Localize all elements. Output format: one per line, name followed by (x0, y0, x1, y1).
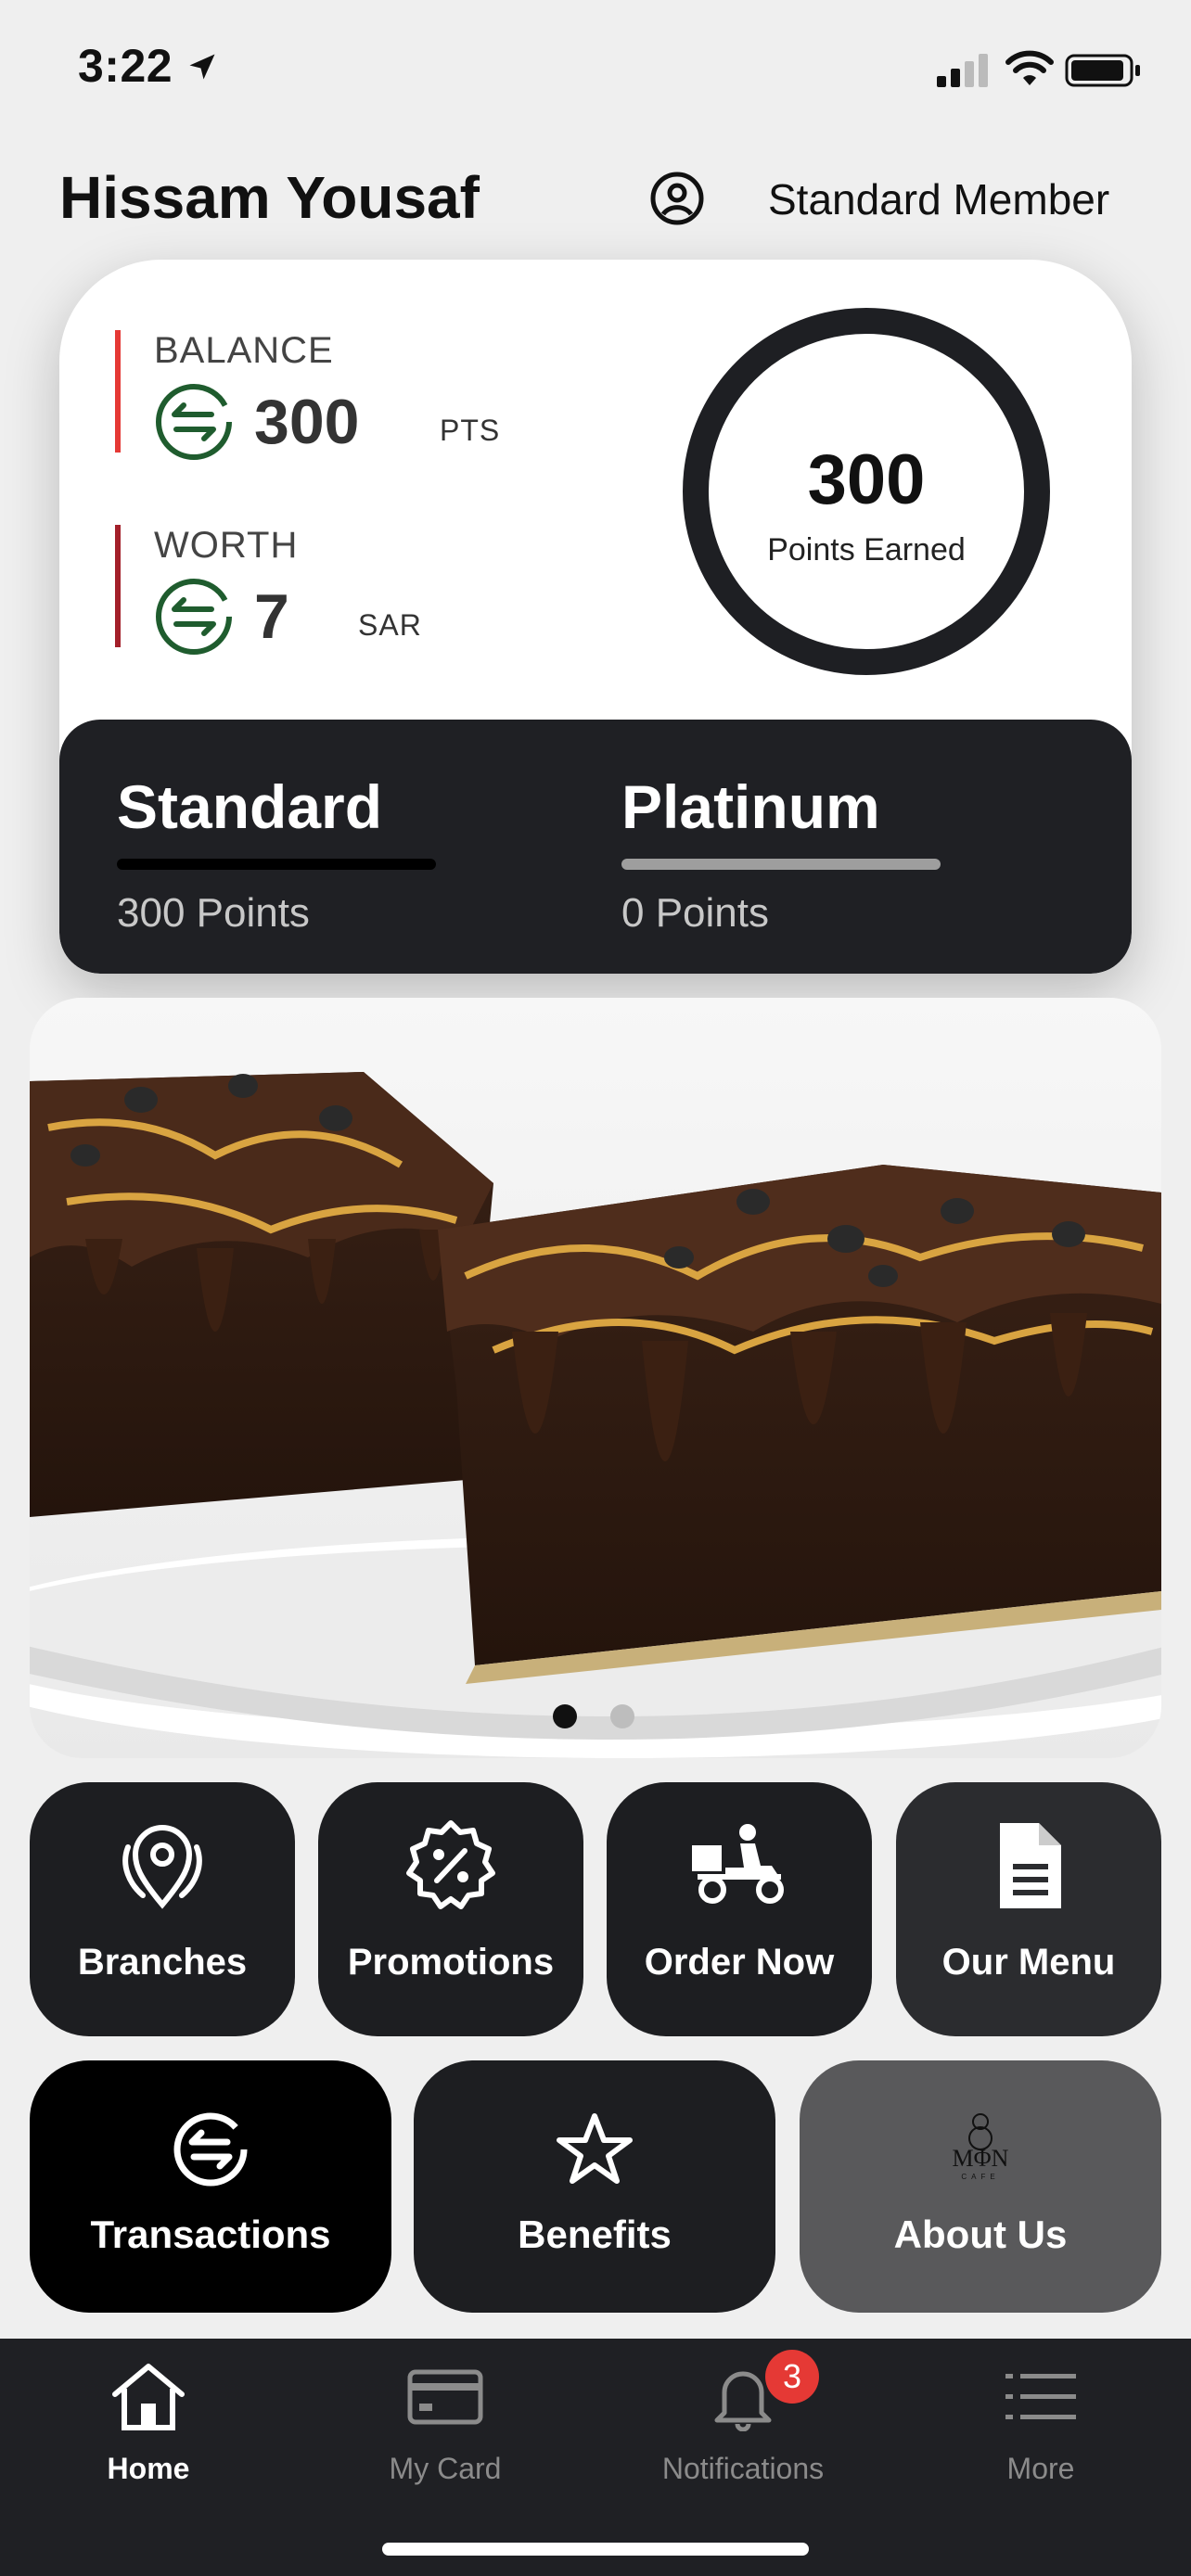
bottom-tab-bar: Home My Card 3 Notifications More (0, 2339, 1191, 2576)
worth-stat: WORTH 7 SAR (115, 525, 597, 655)
tab-label: Notifications (661, 2452, 825, 2485)
tile-label: Benefits (518, 2213, 672, 2256)
balance-accent-bar (115, 330, 121, 453)
carousel-dot-active[interactable] (553, 1704, 577, 1728)
tile-label: Transactions (90, 2213, 331, 2256)
house-icon (112, 2364, 185, 2430)
worth-accent-bar (115, 525, 121, 647)
our-menu-button[interactable]: Our Menu (896, 1782, 1161, 2036)
tile-label: Promotions (347, 1942, 555, 1983)
exchange-arrows-icon (156, 384, 232, 460)
tier-points: 0 Points (621, 890, 769, 936)
tab-label: More (1006, 2452, 1075, 2485)
promotions-button[interactable]: Promotions (318, 1782, 583, 2036)
member-level: Standard Member (768, 175, 1110, 223)
tab-label: My Card (389, 2452, 502, 2485)
svg-text:CAFE: CAFE (961, 2173, 999, 2181)
wifi-icon (1005, 50, 1054, 85)
home-indicator (382, 2543, 809, 2556)
list-icon (1005, 2374, 1076, 2419)
notification-badge: 3 (765, 2350, 819, 2404)
tier-panel: Standard 300 Points Platinum 0 Points (59, 720, 1132, 974)
star-icon (557, 2113, 633, 2184)
tab-my-card[interactable]: My Card (297, 2361, 594, 2491)
balance-label: BALANCE (154, 330, 334, 371)
status-time: 3:22 (78, 40, 173, 92)
tier-platinum: Platinum 0 Points (621, 772, 955, 937)
battery-icon (1065, 54, 1140, 87)
tile-label: Our Menu (941, 1942, 1116, 1983)
location-arrow-icon (189, 54, 215, 80)
tab-more[interactable]: More (892, 2361, 1189, 2491)
location-pin-icon (122, 1825, 202, 1909)
svg-text:MΦN: MΦN (953, 2145, 1009, 2172)
tab-label: Home (107, 2452, 190, 2485)
discount-badge-icon (406, 1820, 495, 1909)
carousel-dot[interactable] (610, 1704, 634, 1728)
tile-label: Order Now (644, 1942, 835, 1983)
tab-home[interactable]: Home (0, 2361, 297, 2491)
delivery-scooter-icon (692, 1824, 784, 1904)
promo-banner[interactable] (30, 998, 1161, 1758)
tier-progress-line (621, 859, 941, 870)
tile-label: Branches (77, 1942, 248, 1983)
credit-card-icon (407, 2369, 483, 2425)
loyalty-card[interactable]: BALANCE 300 PTS WORTH 7 SAR 300 Points E… (59, 260, 1132, 974)
exchange-arrows-icon (173, 2112, 248, 2187)
status-bar: 3:22 (0, 0, 1191, 139)
points-ring: 300 Points Earned (683, 308, 1050, 675)
brownies-image (30, 998, 1161, 1758)
balance-value: 300 (254, 387, 360, 457)
tier-progress-line (117, 859, 436, 870)
carousel-dots (0, 1704, 1191, 1732)
tab-notifications[interactable]: 3 Notifications (595, 2350, 891, 2491)
profile-icon[interactable] (649, 171, 705, 226)
points-earned-label: Points Earned (767, 532, 966, 567)
points-earned-value: 300 (807, 440, 926, 519)
benefits-button[interactable]: Benefits (414, 2060, 775, 2313)
balance-stat: BALANCE 300 PTS (115, 330, 597, 460)
exchange-arrows-icon (156, 579, 232, 655)
balance-unit: PTS (440, 414, 501, 447)
tier-points: 300 Points (117, 890, 310, 936)
worth-unit: SAR (358, 608, 422, 642)
tile-label: About Us (893, 2213, 1068, 2256)
user-name: Hissam Yousaf (59, 164, 480, 231)
document-icon (1000, 1823, 1061, 1908)
about-us-button[interactable]: MΦN CAFE About Us (800, 2060, 1161, 2313)
transactions-button[interactable]: Transactions (30, 2060, 391, 2313)
branches-button[interactable]: Branches (30, 1782, 295, 2036)
worth-label: WORTH (154, 525, 299, 566)
tier-name: Standard (117, 772, 383, 841)
cellular-signal-icon (937, 54, 988, 87)
tier-standard: Standard 300 Points (117, 772, 451, 937)
moon-cafe-logo: MΦN CAFE (953, 2113, 1009, 2181)
tier-name: Platinum (621, 772, 880, 841)
worth-value: 7 (254, 581, 289, 652)
order-now-button[interactable]: Order Now (607, 1782, 872, 2036)
